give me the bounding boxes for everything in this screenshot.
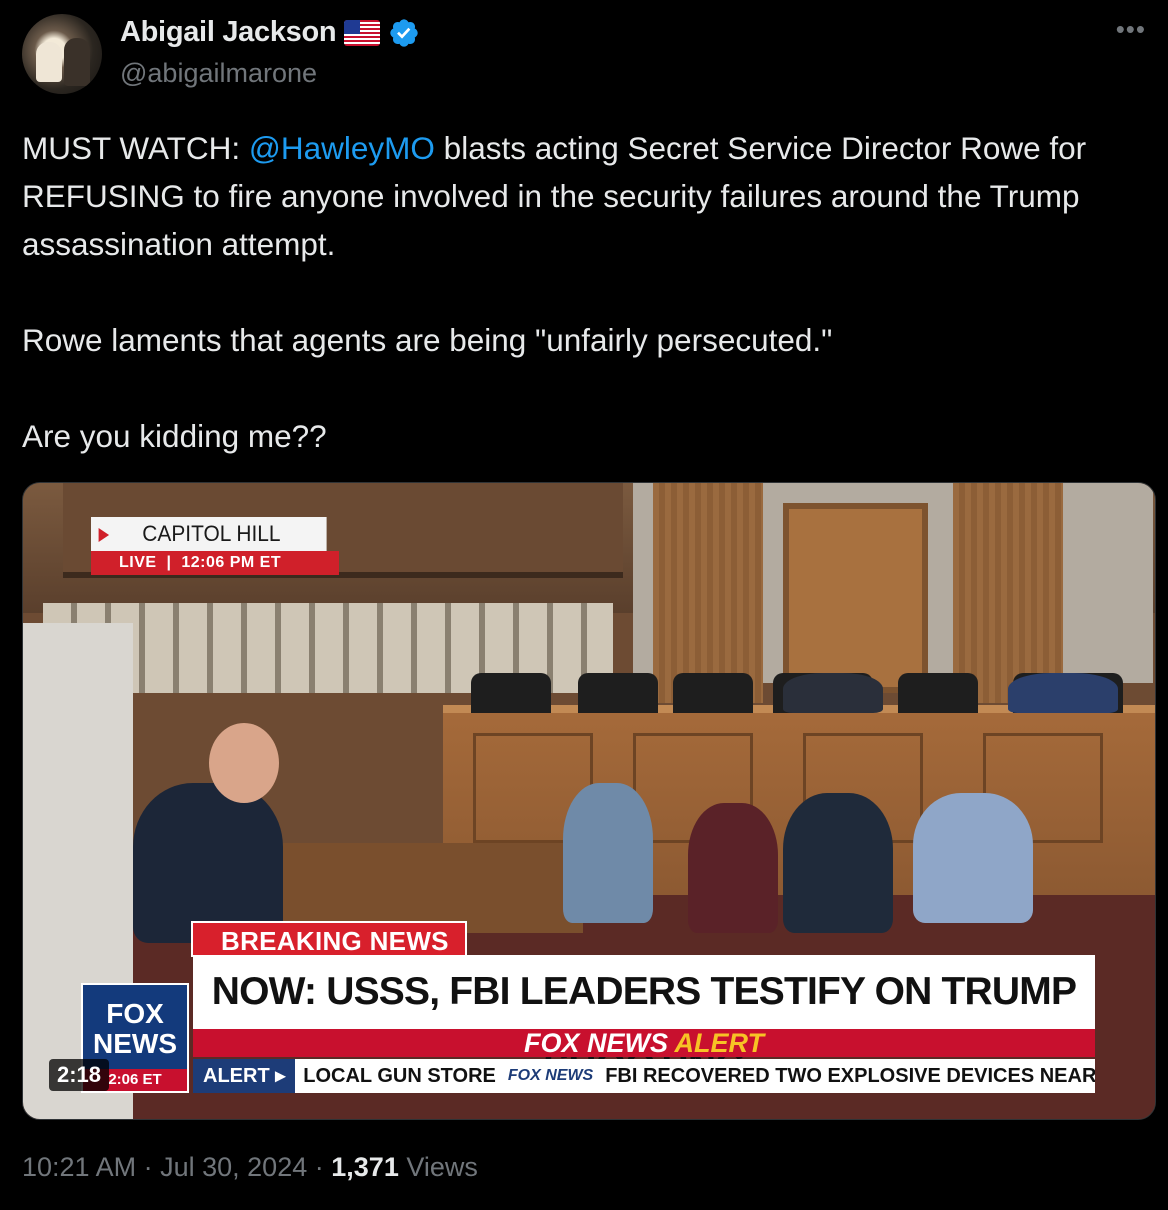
us-flag-icon xyxy=(344,19,381,46)
separator: · xyxy=(314,1152,324,1182)
logo-line1: FOX xyxy=(106,998,164,1029)
verified-badge-icon xyxy=(390,18,418,47)
logo-line2: NEWS xyxy=(93,1028,177,1059)
ticker-alert-tag: ALERT ▸ xyxy=(193,1059,296,1093)
ticker-item: LOCAL GUN STORE xyxy=(303,1065,496,1087)
tweet-time[interactable]: 10:21 AM xyxy=(22,1152,136,1182)
alert-brand: FOX NEWS xyxy=(523,1028,668,1058)
ticker-separator: FOX NEWS xyxy=(507,1067,594,1084)
tweet-meta: 10:21 AM · Jul 30, 2024 · 1,371 Views xyxy=(22,1152,478,1183)
tweet-paragraph-3: Are you kidding me?? xyxy=(22,418,327,454)
views-label: Views xyxy=(406,1152,478,1182)
breaking-news-tag: BREAKING NEWS xyxy=(191,921,467,957)
mention-link[interactable]: @HawleyMO xyxy=(249,130,435,166)
tweet-paragraph-2: Rowe laments that agents are being "unfa… xyxy=(22,322,833,358)
tweet-text: MUST WATCH: @HawleyMO blasts acting Secr… xyxy=(22,124,1146,460)
separator: · xyxy=(143,1152,153,1182)
live-time: 12:06 PM ET xyxy=(181,554,282,571)
video-duration-badge: 2:18 xyxy=(49,1059,110,1091)
location-label: CAPITOL HILL xyxy=(142,521,281,546)
tweet-date[interactable]: Jul 30, 2024 xyxy=(160,1152,307,1182)
capitol-hill-live-tag: CAPITOL HILL LIVE | 12:06 PM ET xyxy=(91,517,339,575)
fox-news-overlay: CAPITOL HILL LIVE | 12:06 PM ET BREAKING… xyxy=(23,483,1155,1119)
tweet-paragraph-1: MUST WATCH: @HawleyMO blasts acting Secr… xyxy=(22,124,1146,268)
author-name[interactable]: Abigail Jackson xyxy=(120,16,337,49)
video-player[interactable]: CAPITOL HILL LIVE | 12:06 PM ET BREAKING… xyxy=(22,482,1156,1120)
views-count: 1,371 xyxy=(331,1152,399,1182)
alert-word: ALERT xyxy=(674,1028,765,1058)
fox-news-alert-bar: FOX NEWS ALERT xyxy=(193,1029,1095,1057)
live-label: LIVE xyxy=(119,554,157,571)
author-name-row[interactable]: Abigail Jackson xyxy=(120,16,420,49)
tweet-text-part: MUST WATCH: xyxy=(22,130,249,166)
news-ticker: ALERT ▸ LOCAL GUN STORE FOX NEWS FBI REC… xyxy=(193,1059,1095,1093)
author-handle[interactable]: @abigailmarone xyxy=(120,58,317,89)
tweet-header: Abigail Jackson @abigailmarone ••• xyxy=(22,14,1146,96)
avatar[interactable] xyxy=(22,14,102,94)
more-horizontal-icon[interactable]: ••• xyxy=(1116,14,1146,45)
news-headline: NOW: USSS, FBI LEADERS TESTIFY ON TRUMP … xyxy=(193,955,1095,1087)
ticker-item: FBI RECOVERED TWO EXPLOSIVE DEVICES NEAR xyxy=(605,1065,1095,1087)
